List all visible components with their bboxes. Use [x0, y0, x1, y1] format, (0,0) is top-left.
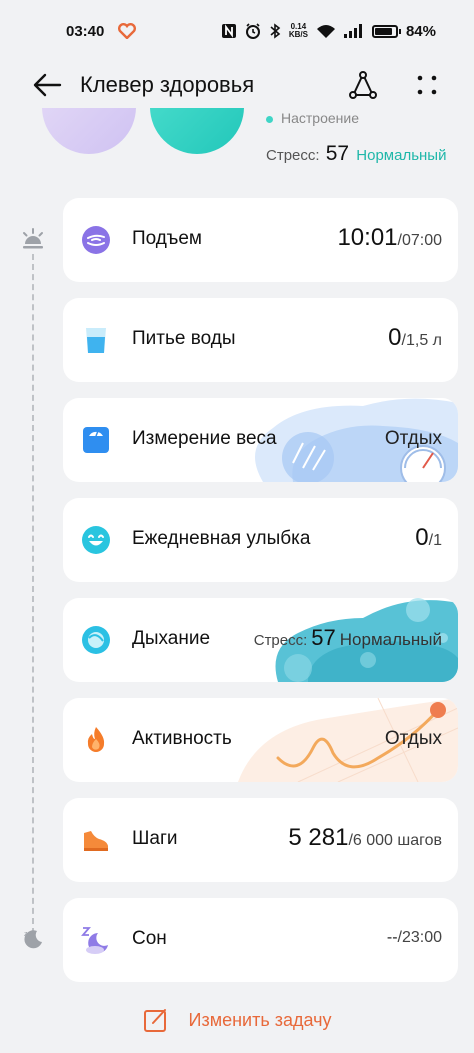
app-header: Клевер здоровья [0, 62, 474, 108]
more-icon[interactable] [412, 68, 442, 102]
wake-up-icon [82, 226, 110, 254]
task-card-wake-up[interactable]: Подъем 10:01/07:00 [63, 198, 458, 282]
shoe-icon [84, 831, 108, 851]
timeline-line [32, 254, 34, 934]
task-label: Дыхание [132, 628, 211, 649]
task-card-sleep[interactable]: Сон --/23:00 [63, 898, 458, 982]
task-value: 0/1,5 л [388, 324, 442, 351]
task-label: Активность [132, 728, 232, 749]
task-label: Шаги [132, 828, 178, 849]
mood-legend: Настроение [266, 110, 359, 126]
status-bar: 03:40 0.14 KB/S 84% [0, 0, 474, 62]
health-heart-icon [118, 23, 137, 39]
task-label: Сон [132, 928, 167, 949]
network-speed: 0.14 KB/S [288, 22, 308, 39]
task-card-water[interactable]: Питье воды 0/1,5 л [63, 298, 458, 382]
stress-summary: Стресс: 57 Нормальный [266, 142, 447, 165]
task-value: --/23:00 [386, 929, 442, 946]
sleep-icon [81, 927, 108, 954]
task-label: Подъем [132, 228, 202, 249]
task-value: Стресс: 57 Нормальный [253, 625, 442, 650]
sunrise-icon [23, 228, 43, 249]
edit-task-label: Изменить задачу [188, 1009, 332, 1030]
task-value: 5 281/6 000 шагов [288, 824, 442, 851]
flame-icon [87, 727, 105, 752]
task-value: 10:01/07:00 [337, 224, 442, 251]
signal-icon [343, 24, 362, 38]
breathing-icon [82, 626, 110, 654]
task-value: 0/1 [415, 524, 442, 551]
wifi-icon [316, 25, 335, 38]
task-card-smile[interactable]: Ежедневная улыбка 0/1 [63, 498, 458, 582]
task-card-weight[interactable]: Измерение веса Отдых [63, 398, 458, 482]
task-value: Отдых [384, 428, 442, 449]
page-title: Клевер здоровья [80, 72, 255, 97]
mood-ring[interactable] [42, 108, 136, 154]
water-glass-icon [86, 328, 106, 353]
task-card-activity[interactable]: Активность Отдых [63, 698, 458, 782]
edit-task-button[interactable]: Изменить задачу [0, 998, 474, 1042]
nfc-icon [221, 24, 236, 38]
moon-icon: z [24, 930, 42, 949]
task-label: Питье воды [132, 328, 236, 349]
smile-icon [82, 526, 110, 554]
stress-ring[interactable] [150, 108, 244, 154]
alarm-icon [245, 23, 260, 39]
battery-icon [371, 24, 401, 38]
status-time: 03:40 [66, 22, 105, 40]
health-summary: Настроение Стресс: 57 Нормальный [0, 108, 474, 192]
bluetooth-icon [270, 23, 281, 39]
svg-text:z: z [24, 931, 28, 938]
task-card-steps[interactable]: Шаги 5 281/6 000 шагов [63, 798, 458, 882]
share-icon[interactable] [346, 68, 380, 102]
task-label: Ежедневная улыбка [132, 528, 311, 549]
scale-icon [83, 427, 109, 453]
task-value: Отдых [384, 728, 442, 749]
edit-icon [143, 1009, 166, 1032]
task-card-breathing[interactable]: Дыхание Стресс: 57 Нормальный [63, 598, 458, 682]
back-arrow-icon[interactable] [30, 70, 64, 100]
battery-percent: 84% [405, 22, 436, 40]
task-label: Измерение веса [132, 428, 277, 449]
